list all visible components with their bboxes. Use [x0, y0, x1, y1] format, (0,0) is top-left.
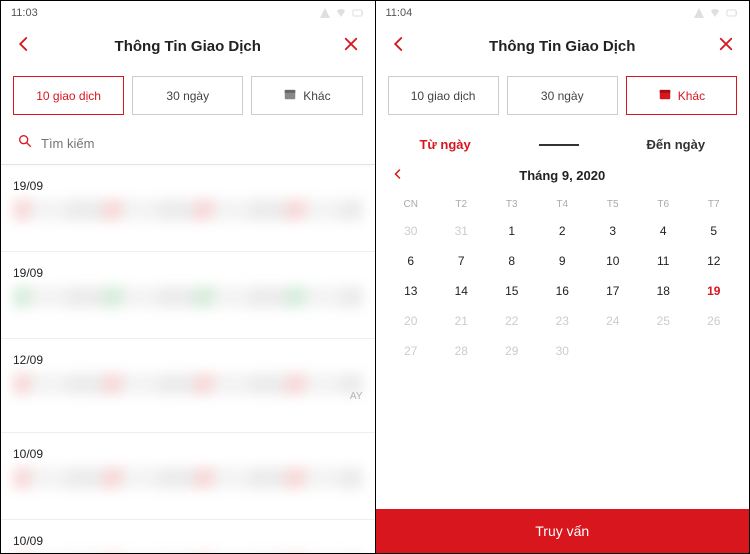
calendar-day[interactable]: 16	[537, 276, 588, 306]
clock: 11:04	[386, 7, 413, 19]
calendar-day[interactable]: 31	[436, 216, 487, 246]
filter-other[interactable]: Khác	[626, 76, 737, 115]
header: Thông Tin Giao Dịch	[1, 25, 375, 68]
query-button[interactable]: Truy vấn	[376, 509, 750, 553]
transaction-content-blurred	[13, 286, 363, 308]
transaction-date: 12/09	[13, 353, 363, 367]
transaction-date: 19/09	[13, 179, 363, 193]
calendar-header: Tháng 9, 2020	[376, 162, 750, 193]
transaction-content-blurred	[13, 373, 363, 395]
calendar-icon	[658, 87, 672, 104]
status-bar: 11:03	[1, 1, 375, 25]
calendar-icon	[283, 87, 297, 104]
transaction-content-blurred	[13, 199, 363, 221]
calendar-day[interactable]: 13	[386, 276, 437, 306]
filter-10-transactions[interactable]: 10 giao dịch	[388, 76, 499, 115]
calendar-day[interactable]: 29	[487, 336, 538, 366]
transaction-row[interactable]: 12/09AY	[1, 339, 375, 433]
calendar-day[interactable]: 14	[436, 276, 487, 306]
clock: 11:03	[11, 7, 38, 19]
calendar-day[interactable]: 22	[487, 306, 538, 336]
calendar-day[interactable]: 4	[638, 216, 689, 246]
calendar-day[interactable]: 30	[386, 216, 437, 246]
calendar-day[interactable]: 1	[487, 216, 538, 246]
transaction-row[interactable]: 19/09	[1, 252, 375, 339]
calendar-day[interactable]: 10	[588, 246, 639, 276]
transaction-row[interactable]: 10/09	[1, 433, 375, 520]
calendar-day[interactable]: 23	[537, 306, 588, 336]
calendar-month-title: Tháng 9, 2020	[519, 168, 605, 183]
calendar-day[interactable]: 9	[537, 246, 588, 276]
calendar-day[interactable]: 11	[638, 246, 689, 276]
calendar-day[interactable]: 18	[638, 276, 689, 306]
filter-10-transactions[interactable]: 10 giao dịch	[13, 76, 124, 115]
calendar-dow: T3	[487, 193, 538, 216]
filter-row: 10 giao dịch 30 ngày Khác	[376, 68, 750, 123]
status-bar: 11:04	[376, 1, 750, 25]
close-icon[interactable]	[342, 35, 360, 58]
search-icon	[17, 133, 33, 154]
calendar-day[interactable]: 7	[436, 246, 487, 276]
search-bar[interactable]	[3, 123, 373, 164]
calendar-day[interactable]: 25	[638, 306, 689, 336]
calendar-day[interactable]: 19	[689, 276, 740, 306]
calendar-day[interactable]: 2	[537, 216, 588, 246]
transaction-row[interactable]: 19/09	[1, 165, 375, 252]
filter-row: 10 giao dịch 30 ngày Khác	[1, 68, 375, 123]
status-icons	[319, 7, 365, 19]
calendar-dow: T4	[537, 193, 588, 216]
transaction-date: 10/09	[13, 534, 363, 548]
calendar-day[interactable]: 3	[588, 216, 639, 246]
calendar-dow: T7	[689, 193, 740, 216]
calendar-day[interactable]: 21	[436, 306, 487, 336]
screen-date-picker: 11:04 Thông Tin Giao Dịch 10 giao dịch 3…	[375, 1, 750, 553]
transaction-date: 10/09	[13, 447, 363, 461]
transaction-row[interactable]: 10/09	[1, 520, 375, 553]
back-icon[interactable]	[15, 35, 33, 58]
filter-30-days[interactable]: 30 ngày	[507, 76, 618, 115]
calendar-dow: T2	[436, 193, 487, 216]
calendar-day[interactable]: 12	[689, 246, 740, 276]
calendar-day[interactable]: 8	[487, 246, 538, 276]
transaction-list[interactable]: 19/0919/0912/09AY10/0910/0910/09	[1, 165, 375, 553]
close-icon[interactable]	[717, 35, 735, 58]
status-icons	[693, 7, 739, 19]
back-icon[interactable]	[390, 35, 408, 58]
prev-month-icon[interactable]	[392, 167, 404, 185]
transaction-content-blurred	[13, 467, 363, 489]
tab-from-date[interactable]: Từ ngày	[419, 137, 470, 152]
header: Thông Tin Giao Dịch	[376, 25, 750, 68]
page-title: Thông Tin Giao Dịch	[489, 38, 635, 55]
range-separator	[539, 144, 579, 146]
screen-transaction-list: 11:03 Thông Tin Giao Dịch 10 giao dịch 3…	[1, 1, 375, 553]
calendar-dow: T5	[588, 193, 639, 216]
calendar-dow: CN	[386, 193, 437, 216]
transaction-date: 19/09	[13, 266, 363, 280]
page-title: Thông Tin Giao Dịch	[115, 38, 261, 55]
calendar-dow: T6	[638, 193, 689, 216]
search-input[interactable]	[41, 136, 359, 151]
spacer	[376, 366, 750, 509]
calendar-day[interactable]: 6	[386, 246, 437, 276]
calendar-day[interactable]: 28	[436, 336, 487, 366]
calendar-day[interactable]: 30	[537, 336, 588, 366]
date-range-tabs: Từ ngày Đến ngày	[376, 123, 750, 162]
calendar-day[interactable]: 5	[689, 216, 740, 246]
calendar-day[interactable]: 15	[487, 276, 538, 306]
filter-other[interactable]: Khác	[251, 76, 362, 115]
calendar-day[interactable]: 27	[386, 336, 437, 366]
calendar-day[interactable]: 17	[588, 276, 639, 306]
calendar-grid: CNT2T3T4T5T6T730311234567891011121314151…	[376, 193, 750, 366]
tab-to-date[interactable]: Đến ngày	[647, 137, 706, 152]
calendar-day[interactable]: 20	[386, 306, 437, 336]
filter-30-days[interactable]: 30 ngày	[132, 76, 243, 115]
calendar-day[interactable]: 26	[689, 306, 740, 336]
calendar-day[interactable]: 24	[588, 306, 639, 336]
